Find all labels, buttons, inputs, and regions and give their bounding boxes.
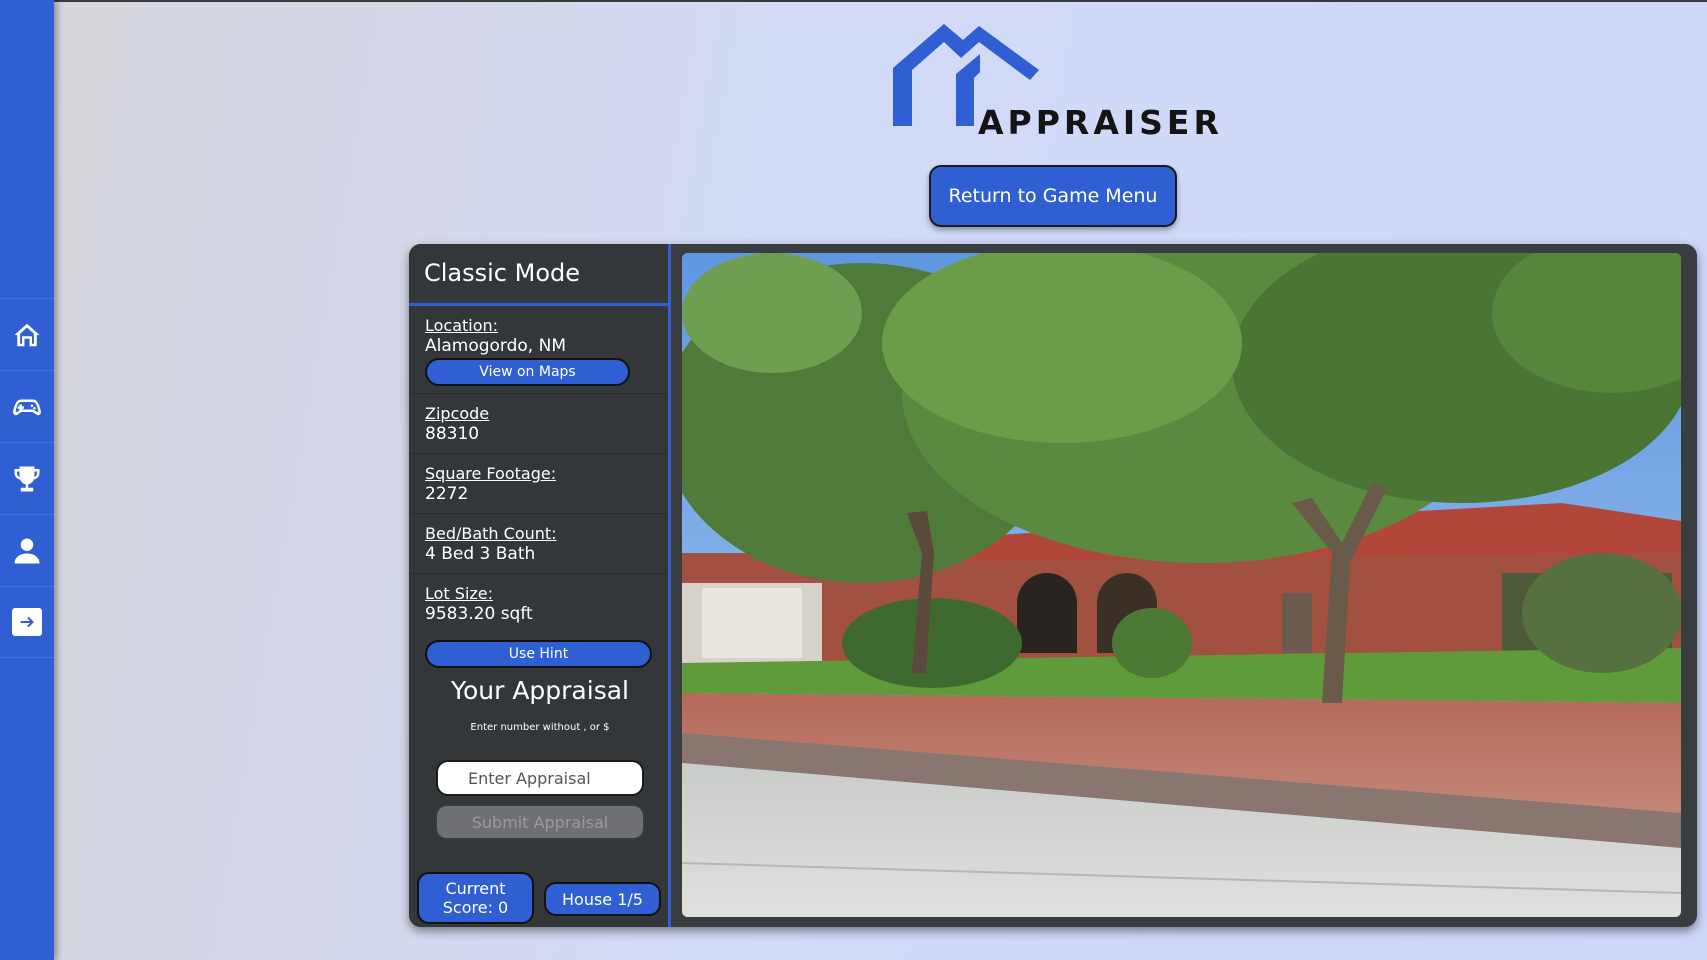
logo-text: APPRAISER <box>978 103 1223 142</box>
sidebar-item-logout[interactable] <box>0 586 54 658</box>
use-hint-button[interactable]: Use Hint <box>425 640 652 668</box>
square-footage-section: Square Footage: 2272 <box>409 454 668 514</box>
current-score-badge: Current Score: 0 <box>417 872 534 924</box>
appraisal-instructions: Enter number without , or $ <box>470 722 610 733</box>
view-on-maps-button[interactable]: View on Maps <box>425 358 630 386</box>
bed-bath-label: Bed/Bath Count: <box>425 524 557 543</box>
zipcode-section: Zipcode 88310 <box>409 394 668 454</box>
mode-title: Classic Mode <box>409 244 668 306</box>
lot-size-section: Lot Size: 9583.20 sqft <box>409 574 668 630</box>
game-panel: Classic Mode Location: Alamogordo, NM Vi… <box>409 244 1697 927</box>
appraiser-logo: APPRAISER <box>890 14 1230 139</box>
house-photo-image <box>682 253 1681 917</box>
score-line-1: Current <box>445 879 506 898</box>
square-footage-value: 2272 <box>425 484 469 504</box>
score-line-2: Score: 0 <box>442 898 509 917</box>
appraisal-input[interactable] <box>436 760 644 796</box>
appraisal-title: Your Appraisal <box>451 676 629 705</box>
house-counter-badge: House 1/5 <box>544 882 661 916</box>
bed-bath-section: Bed/Bath Count: 4 Bed 3 Bath <box>409 514 668 574</box>
property-info-panel: Classic Mode Location: Alamogordo, NM Vi… <box>409 244 671 927</box>
trophy-icon <box>14 466 40 491</box>
sidebar-item-home[interactable] <box>0 298 54 370</box>
lot-size-label: Lot Size: <box>425 584 494 603</box>
sidebar <box>0 0 54 960</box>
gamepad-icon <box>13 399 41 415</box>
sidebar-item-profile[interactable] <box>0 514 54 586</box>
location-label: Location: <box>425 316 499 335</box>
square-footage-label: Square Footage: <box>425 464 557 483</box>
zipcode-value: 88310 <box>425 424 480 444</box>
return-to-menu-button[interactable]: Return to Game Menu <box>929 165 1177 227</box>
sidebar-item-leaderboard[interactable] <box>0 442 54 514</box>
logout-arrow-icon <box>12 608 42 636</box>
submit-appraisal-button[interactable]: Submit Appraisal <box>435 804 645 840</box>
location-section: Location: Alamogordo, NM View on Maps <box>409 306 668 394</box>
sidebar-item-game[interactable] <box>0 370 54 442</box>
home-icon <box>14 323 40 346</box>
house-photo <box>682 253 1681 917</box>
location-value: Alamogordo, NM <box>425 336 566 356</box>
user-icon <box>14 538 40 563</box>
top-border <box>0 0 1707 2</box>
bed-bath-value: 4 Bed 3 Bath <box>425 544 536 564</box>
zipcode-label: Zipcode <box>425 404 490 423</box>
lot-size-value: 9583.20 sqft <box>425 604 533 624</box>
